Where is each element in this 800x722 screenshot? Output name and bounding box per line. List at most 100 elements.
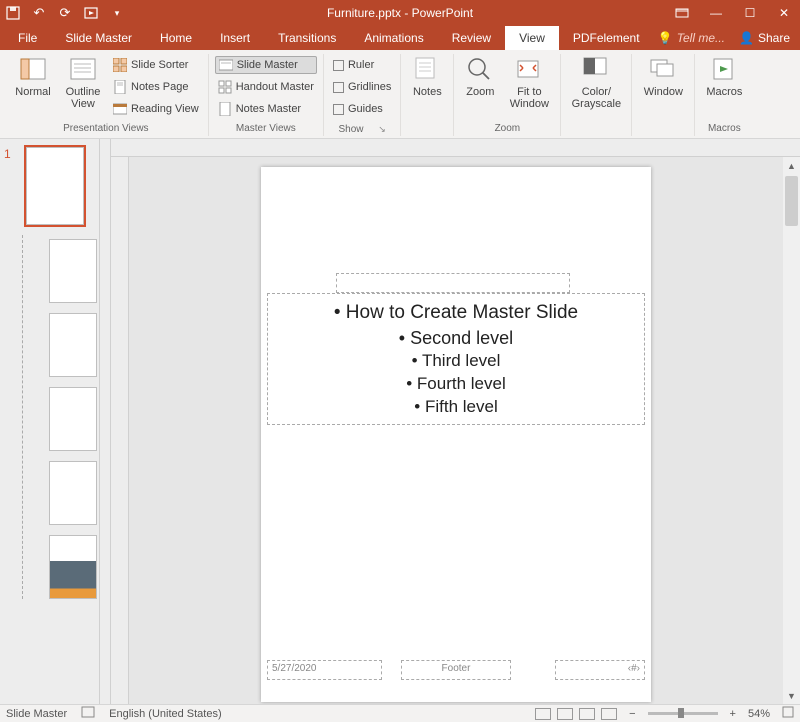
zoom-handle[interactable] xyxy=(678,708,684,718)
save-icon[interactable] xyxy=(4,4,22,22)
slide-thumbnails-pane[interactable]: 1 xyxy=(0,139,100,704)
gridlines-checkbox[interactable]: Gridlines xyxy=(330,78,394,96)
tell-me-text: Tell me... xyxy=(677,31,725,45)
slide-sorter-button[interactable]: Slide Sorter xyxy=(110,56,202,74)
vertical-scrollbar[interactable]: ▲ ▼ xyxy=(783,157,800,704)
handout-master-button[interactable]: Handout Master xyxy=(215,78,317,96)
qat-customize-icon[interactable]: ▾ xyxy=(108,4,126,22)
slide-number-placeholder[interactable]: ‹#› xyxy=(555,660,645,680)
footer-placeholder[interactable]: Footer xyxy=(401,660,511,680)
quick-access-toolbar: ↶ ⟳ ▾ xyxy=(4,4,126,22)
tab-transitions[interactable]: Transitions xyxy=(264,26,350,50)
window-button[interactable]: Window xyxy=(638,54,688,98)
tab-home[interactable]: Home xyxy=(146,26,206,50)
tab-file[interactable]: File xyxy=(4,26,51,50)
group-show: Ruler Gridlines Guides Show ↘ xyxy=(324,54,401,136)
checkbox-icon xyxy=(333,82,344,93)
fit-to-window-icon xyxy=(515,56,543,84)
minimize-icon[interactable]: — xyxy=(704,4,728,22)
notes-button[interactable]: Notes xyxy=(407,54,447,98)
redo-icon[interactable]: ⟳ xyxy=(56,4,74,22)
dialog-launcher-icon[interactable]: ↘ xyxy=(378,124,386,134)
tell-me-icon: 💡 xyxy=(658,31,673,45)
guides-checkbox[interactable]: Guides xyxy=(330,100,394,118)
master-thumb-number: 1 xyxy=(4,147,11,161)
level-3-text[interactable]: Third level xyxy=(274,350,638,373)
zoom-percent[interactable]: 54% xyxy=(748,708,770,720)
normal-view-status-icon[interactable] xyxy=(535,708,551,720)
layout-thumbnail[interactable] xyxy=(49,387,97,451)
color-grayscale-button[interactable]: Color/ Grayscale xyxy=(567,54,625,110)
slide-master-editor[interactable]: How to Create Master Slide Second level … xyxy=(261,167,651,702)
level-2-text[interactable]: Second level xyxy=(274,326,638,350)
tab-pdfelement[interactable]: PDFelement xyxy=(559,26,654,50)
filename: Furniture.pptx xyxy=(327,6,401,20)
level-4-text[interactable]: Fourth level xyxy=(274,373,638,396)
tell-me[interactable]: 💡 Tell me... xyxy=(658,31,725,45)
ribbon-tabs: File Slide Master Home Insert Transition… xyxy=(0,26,800,50)
reading-view-button[interactable]: Reading View xyxy=(110,100,202,118)
status-language[interactable]: English (United States) xyxy=(109,708,222,720)
status-view-mode: Slide Master xyxy=(6,708,67,720)
close-icon[interactable]: ✕ xyxy=(772,4,796,22)
tab-review[interactable]: Review xyxy=(438,26,505,50)
scroll-up-icon[interactable]: ▲ xyxy=(783,157,800,174)
checkbox-icon xyxy=(333,60,344,71)
checkbox-icon xyxy=(333,104,344,115)
undo-icon[interactable]: ↶ xyxy=(30,4,48,22)
notes-master-icon xyxy=(218,102,232,116)
tab-animations[interactable]: Animations xyxy=(350,26,437,50)
reading-view-status-icon[interactable] xyxy=(579,708,595,720)
maximize-icon[interactable]: ☐ xyxy=(738,4,762,22)
slide-master-button[interactable]: Slide Master xyxy=(215,56,317,74)
tab-slide-master[interactable]: Slide Master xyxy=(51,26,146,50)
tab-insert[interactable]: Insert xyxy=(206,26,264,50)
scroll-thumb[interactable] xyxy=(785,176,798,226)
layout-thumbnail[interactable] xyxy=(49,313,97,377)
normal-view-button[interactable]: Normal xyxy=(10,54,56,98)
ribbon: Normal Outline View Slide Sorter Notes P… xyxy=(0,50,800,139)
title-placeholder[interactable] xyxy=(336,273,570,293)
layout-thumbnail[interactable] xyxy=(49,535,97,599)
outline-view-button[interactable]: Outline View xyxy=(60,54,106,110)
macros-button[interactable]: Macros xyxy=(701,54,747,98)
zoom-icon xyxy=(466,56,494,84)
notes-page-button[interactable]: Notes Page xyxy=(110,78,202,96)
handout-master-icon xyxy=(218,80,232,94)
workspace: How to Create Master Slide Second level … xyxy=(111,139,800,704)
level-5-text[interactable]: Fifth level xyxy=(274,396,638,419)
splitter[interactable] xyxy=(100,139,111,704)
ruler-checkbox[interactable]: Ruler xyxy=(330,56,394,74)
start-from-beginning-icon[interactable] xyxy=(82,4,100,22)
slideshow-status-icon[interactable] xyxy=(601,708,617,720)
scroll-down-icon[interactable]: ▼ xyxy=(783,687,800,704)
normal-view-icon xyxy=(19,56,47,84)
zoom-slider[interactable] xyxy=(648,712,718,715)
zoom-button[interactable]: Zoom xyxy=(460,54,500,98)
app-name: PowerPoint xyxy=(412,6,473,20)
layout-thumbnail[interactable] xyxy=(49,239,97,303)
share-label: Share xyxy=(758,31,790,45)
slide-canvas[interactable]: How to Create Master Slide Second level … xyxy=(129,157,783,704)
zoom-out-icon[interactable]: − xyxy=(629,708,635,720)
master-thumbnail-1[interactable] xyxy=(26,147,84,225)
window-controls: — ☐ ✕ xyxy=(670,4,796,22)
content-placeholder[interactable]: How to Create Master Slide Second level … xyxy=(267,293,645,425)
sorter-view-status-icon[interactable] xyxy=(557,708,573,720)
ribbon-options-icon[interactable] xyxy=(670,4,694,22)
level-1-text[interactable]: How to Create Master Slide xyxy=(274,300,638,326)
zoom-in-icon[interactable]: + xyxy=(730,708,736,720)
group-presentation-views: Normal Outline View Slide Sorter Notes P… xyxy=(4,54,209,136)
layout-thumbnail[interactable] xyxy=(49,461,97,525)
slide-master-icon xyxy=(219,58,233,72)
fit-to-window-button[interactable]: Fit to Window xyxy=(504,54,554,110)
tab-view[interactable]: View xyxy=(505,26,559,50)
view-buttons xyxy=(535,708,617,720)
share-button[interactable]: 👤 Share xyxy=(739,31,790,45)
outline-view-icon xyxy=(69,56,97,84)
fit-slide-icon[interactable] xyxy=(782,706,794,721)
notes-master-button[interactable]: Notes Master xyxy=(215,100,317,118)
window-icon xyxy=(649,56,677,84)
date-placeholder[interactable]: 5/27/2020 xyxy=(267,660,382,680)
spellcheck-icon[interactable] xyxy=(81,706,95,721)
